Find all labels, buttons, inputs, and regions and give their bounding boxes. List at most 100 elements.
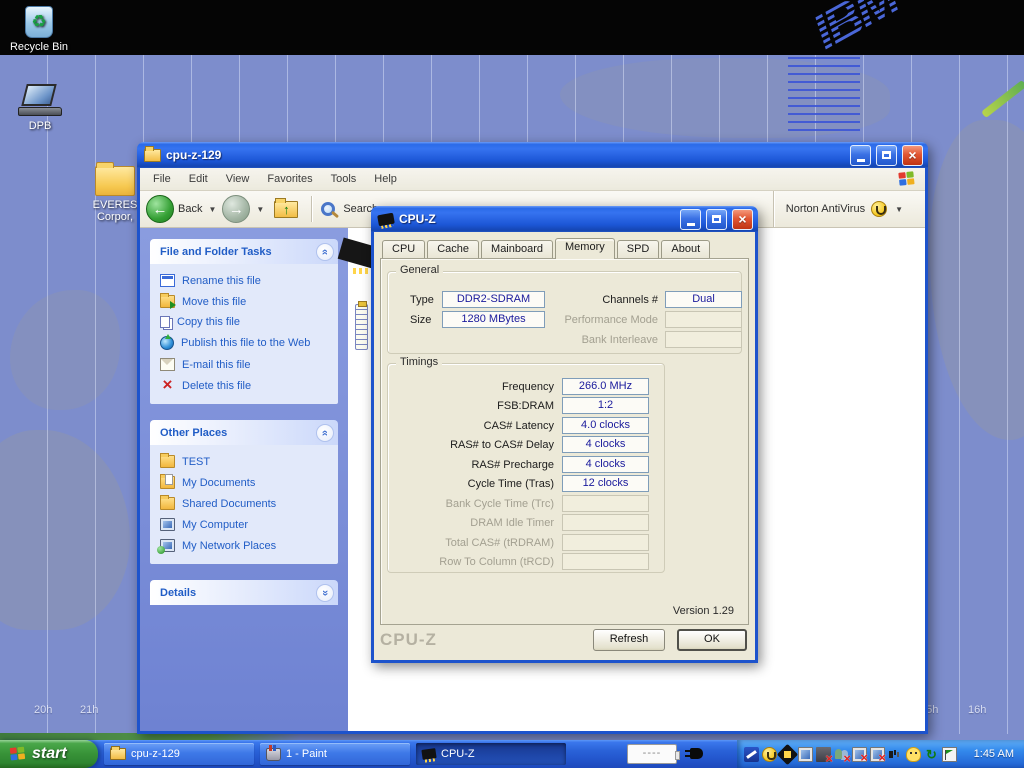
close-button[interactable]: ×	[902, 145, 923, 166]
desktop-icon-recycle-bin[interactable]: Recycle Bin	[6, 6, 72, 53]
folder-icon	[160, 455, 175, 468]
tab-spd[interactable]: SPD	[617, 240, 660, 258]
menu-view[interactable]: View	[217, 170, 259, 188]
channels-value: Dual	[665, 291, 742, 308]
explorer-titlebar[interactable]: cpu-z-129 ×	[137, 142, 928, 168]
details-panel-header[interactable]: Details »	[150, 580, 338, 605]
back-button[interactable]: ←	[146, 195, 174, 223]
place-my-computer[interactable]: My Computer	[160, 518, 330, 531]
taskbar-task-cpuz[interactable]: CPU-Z	[416, 743, 566, 765]
expand-chevron-icon[interactable]: »	[316, 584, 334, 602]
fsb-dram-label: FSB:DRAM	[390, 400, 554, 412]
computer-disconnected-icon[interactable]	[852, 747, 867, 762]
scheduler-flag-icon[interactable]	[942, 747, 957, 762]
tab-mainboard[interactable]: Mainboard	[481, 240, 553, 258]
timezone-label: 21h	[80, 704, 98, 716]
place-label: My Computer	[182, 519, 248, 531]
norton-antivirus-icon[interactable]	[762, 747, 777, 762]
place-label: My Network Places	[182, 540, 276, 552]
taskbar-clock[interactable]: 1:45 AM	[974, 748, 1014, 760]
maximize-button[interactable]	[876, 145, 897, 166]
audio-mixer-muted-icon[interactable]	[816, 747, 831, 762]
close-button[interactable]: ×	[732, 209, 753, 230]
norton-antivirus-icon	[871, 201, 887, 217]
maximize-button[interactable]	[706, 209, 727, 230]
desktop-icon-label: Recycle Bin	[6, 41, 72, 53]
norton-antivirus-toolbar[interactable]: Norton AntiVirus ▼	[773, 191, 919, 227]
tab-memory[interactable]: Memory	[555, 238, 615, 259]
ok-button[interactable]: OK	[677, 629, 747, 651]
menu-tools[interactable]: Tools	[322, 170, 366, 188]
task-move-file[interactable]: Move this file	[160, 295, 330, 308]
task-publish-file[interactable]: Publish this file to the Web	[160, 336, 330, 350]
task-label: Delete this file	[182, 380, 251, 392]
ras-precharge-value: 4 clocks	[562, 456, 649, 473]
menu-favorites[interactable]: Favorites	[258, 170, 321, 188]
ini-file-icon[interactable]	[355, 304, 368, 350]
tab-cache[interactable]: Cache	[427, 240, 479, 258]
taskbar-task-paint[interactable]: 1 - Paint	[260, 743, 410, 765]
task-email-file[interactable]: E-mail this file	[160, 358, 330, 371]
firewall-icon[interactable]	[744, 747, 759, 762]
agent-ghost-icon[interactable]	[906, 747, 921, 762]
updates-icon[interactable]	[924, 747, 939, 762]
start-button[interactable]: start	[0, 740, 98, 768]
back-dropdown-arrow[interactable]: ▼	[208, 205, 216, 214]
minimize-button[interactable]	[850, 145, 871, 166]
move-icon	[160, 295, 175, 308]
rename-icon	[160, 274, 175, 287]
delete-icon	[160, 379, 175, 392]
timings-groupbox: Timings Frequency 266.0 MHz FSB:DRAM 1:2…	[387, 363, 665, 573]
users-offline-icon[interactable]	[834, 747, 849, 762]
menu-edit[interactable]: Edit	[180, 170, 217, 188]
cpuz-titlebar[interactable]: CPU-Z ×	[371, 206, 758, 232]
place-test[interactable]: TEST	[160, 455, 330, 468]
channels-label: Channels #	[528, 294, 658, 306]
battery-meter[interactable]: ----	[627, 744, 677, 764]
version-text: Version 1.29	[673, 605, 734, 617]
cpuz-logo-text: CPU-Z	[380, 630, 437, 650]
desktop-icon-dpb[interactable]: DPB	[12, 84, 68, 132]
refresh-button[interactable]: Refresh	[593, 629, 665, 651]
recycle-bin-icon	[25, 6, 53, 38]
tab-cpu[interactable]: CPU	[382, 240, 425, 258]
fsb-dram-value: 1:2	[562, 397, 649, 414]
task-rename-file[interactable]: Rename this file	[160, 274, 330, 287]
remote-audio-muted-icon[interactable]	[870, 747, 885, 762]
file-tasks-panel-header[interactable]: File and Folder Tasks »	[150, 239, 338, 264]
bank-cycle-time-label: Bank Cycle Time (Trc)	[390, 498, 554, 510]
up-directory-button[interactable]	[274, 201, 298, 218]
forward-dropdown-arrow[interactable]: ▼	[256, 205, 264, 214]
groupbox-legend: Timings	[396, 356, 442, 368]
search-icon	[321, 202, 335, 216]
task-label: Move this file	[182, 296, 246, 308]
cycle-time-value: 12 clocks	[562, 475, 649, 492]
tab-about[interactable]: About	[661, 240, 710, 258]
task-delete-file[interactable]: Delete this file	[160, 379, 330, 392]
explorer-window-title: cpu-z-129	[166, 148, 845, 162]
bank-cycle-time-value	[562, 495, 649, 512]
start-button-label: start	[32, 745, 67, 763]
ras-to-cas-label: RAS# to CAS# Delay	[390, 439, 554, 451]
menu-file[interactable]: File	[144, 170, 180, 188]
network-computer-icon[interactable]	[798, 747, 813, 762]
other-places-panel-header[interactable]: Other Places »	[150, 420, 338, 445]
explorer-menubar: File Edit View Favorites Tools Help	[140, 168, 925, 191]
wallpaper-green-edge	[0, 733, 300, 740]
taskbar-task-explorer[interactable]: cpu-z-129	[104, 743, 254, 765]
collapse-chevron-icon[interactable]: »	[316, 243, 334, 261]
task-copy-file[interactable]: Copy this file	[160, 316, 330, 328]
menu-help[interactable]: Help	[365, 170, 406, 188]
place-shared-documents[interactable]: Shared Documents	[160, 497, 330, 510]
back-button-label: Back	[178, 203, 202, 215]
cpuz-window: CPU-Z × CPU Cache Mainboard Memory SPD A…	[371, 206, 758, 663]
volume-icon[interactable]	[888, 747, 903, 762]
place-my-network[interactable]: My Network Places	[160, 539, 330, 552]
mail-diamond-icon[interactable]	[777, 743, 798, 764]
minimize-button[interactable]	[680, 209, 701, 230]
place-my-documents[interactable]: My Documents	[160, 476, 330, 489]
collapse-chevron-icon[interactable]: »	[316, 424, 334, 442]
forward-button[interactable]: →	[222, 195, 250, 223]
size-label: Size	[410, 314, 431, 326]
norton-dropdown-arrow[interactable]: ▼	[895, 205, 903, 214]
